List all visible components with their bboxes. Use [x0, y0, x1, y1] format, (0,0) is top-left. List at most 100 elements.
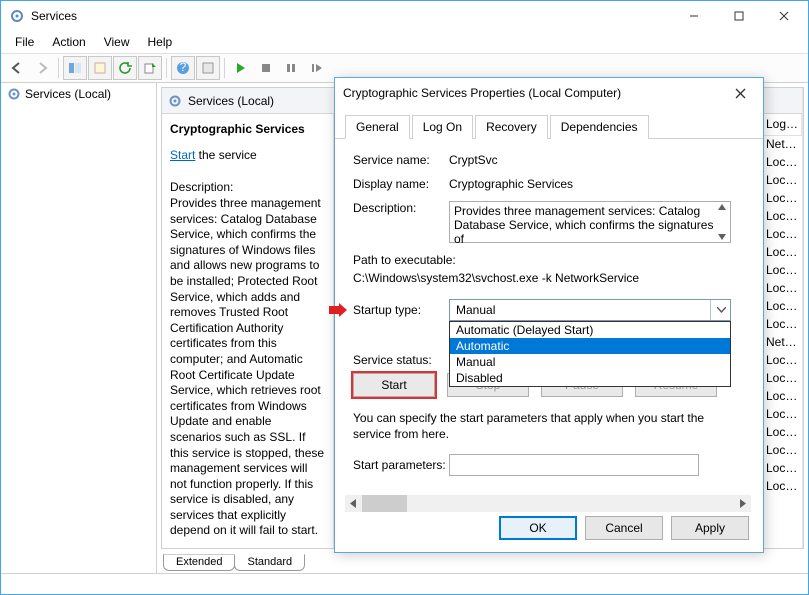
- statusbar: [1, 573, 808, 594]
- ok-button[interactable]: OK: [499, 516, 577, 540]
- play-button[interactable]: [229, 56, 253, 80]
- startup-option-manual[interactable]: Manual: [450, 354, 730, 370]
- scroll-down-icon[interactable]: [718, 234, 726, 240]
- menu-help[interactable]: Help: [140, 33, 181, 51]
- maximize-button[interactable]: [716, 2, 761, 30]
- startup-type-dropdown: Automatic (Delayed Start) Automatic Manu…: [449, 321, 731, 387]
- cell-log: Loc…: [760, 244, 802, 262]
- cell-log: Loc…: [760, 406, 802, 424]
- gear-icon: [7, 87, 21, 101]
- svg-text:?: ?: [180, 61, 187, 74]
- back-button[interactable]: [5, 56, 29, 80]
- gear-icon: [168, 94, 182, 108]
- cell-log: Loc…: [760, 424, 802, 442]
- show-hide-tree-button[interactable]: [63, 56, 87, 80]
- startup-type-label: Startup type:: [353, 303, 449, 317]
- description-label: Description:: [170, 180, 325, 194]
- start-params-hint: You can specify the start parameters tha…: [353, 411, 745, 442]
- menu-view[interactable]: View: [96, 33, 138, 51]
- scroll-up-icon[interactable]: [718, 204, 726, 210]
- apply-button[interactable]: Apply: [671, 516, 749, 540]
- chevron-down-icon: [710, 300, 726, 320]
- start-link-rest: the service: [195, 148, 256, 162]
- cell-log: Net…: [760, 334, 802, 352]
- path-label: Path to executable:: [353, 253, 745, 267]
- startup-option-delayed[interactable]: Automatic (Delayed Start): [450, 322, 730, 338]
- tree-node-label: Services (Local): [25, 87, 111, 101]
- services-window: Services File Action View Help ?: [0, 0, 809, 595]
- display-name-label: Display name:: [353, 177, 449, 191]
- dialog-title: Cryptographic Services Properties (Local…: [343, 86, 725, 100]
- tab-standard[interactable]: Standard: [234, 554, 305, 571]
- tab-extended[interactable]: Extended: [163, 554, 235, 571]
- help2-button[interactable]: [196, 56, 220, 80]
- cell-log: Loc…: [760, 280, 802, 298]
- dialog-tab-general[interactable]: General: [345, 115, 410, 139]
- forward-button[interactable]: [30, 56, 54, 80]
- startup-option-automatic[interactable]: Automatic: [450, 338, 730, 354]
- pause-button[interactable]: [279, 56, 303, 80]
- scroll-right-icon[interactable]: [734, 495, 751, 512]
- cell-log: Loc…: [760, 352, 802, 370]
- dlg-description-label: Description:: [353, 201, 449, 215]
- dialog-hscroll[interactable]: [345, 495, 751, 512]
- dialog-tab-dependencies[interactable]: Dependencies: [550, 115, 649, 139]
- properties-dialog: Cryptographic Services Properties (Local…: [334, 77, 764, 553]
- export-button[interactable]: [138, 56, 162, 80]
- scroll-thumb[interactable]: [362, 495, 407, 512]
- start-params-input[interactable]: [449, 454, 699, 476]
- service-name-label: Service name:: [353, 153, 449, 167]
- path-value: C:\Windows\system32\svchost.exe -k Netwo…: [353, 271, 745, 285]
- display-name-value: Cryptographic Services: [449, 177, 745, 191]
- stop-button[interactable]: [254, 56, 278, 80]
- cell-log: Loc…: [760, 190, 802, 208]
- selected-service-title: Cryptographic Services: [170, 122, 325, 136]
- cell-log: Loc…: [760, 208, 802, 226]
- cell-log: Loc…: [760, 316, 802, 334]
- close-button[interactable]: [761, 2, 806, 30]
- cell-log: Loc…: [760, 172, 802, 190]
- cell-log: Loc…: [760, 460, 802, 478]
- cell-log: Loc…: [760, 262, 802, 280]
- scroll-left-icon[interactable]: [345, 495, 362, 512]
- help-button[interactable]: ?: [171, 56, 195, 80]
- services-icon: [9, 8, 25, 24]
- startup-type-select[interactable]: Manual Automatic (Delayed Start) Automat…: [449, 299, 731, 321]
- cancel-button[interactable]: Cancel: [585, 516, 663, 540]
- menu-action[interactable]: Action: [44, 33, 93, 51]
- dialog-tab-recovery[interactable]: Recovery: [475, 115, 548, 139]
- startup-option-disabled[interactable]: Disabled: [450, 370, 730, 386]
- minimize-button[interactable]: [671, 2, 716, 30]
- highlight-arrow-icon: [329, 303, 347, 317]
- col-log[interactable]: Log…: [760, 114, 802, 136]
- service-name-value: CryptSvc: [449, 153, 745, 167]
- start-button[interactable]: Start: [353, 373, 435, 397]
- cell-log: Loc…: [760, 298, 802, 316]
- cell-log: Loc…: [760, 370, 802, 388]
- cell-log: Loc…: [760, 442, 802, 460]
- titlebar: Services: [1, 1, 808, 31]
- tree-pane: Services (Local): [1, 83, 157, 573]
- properties-button[interactable]: [88, 56, 112, 80]
- refresh-button[interactable]: [113, 56, 137, 80]
- service-status-label: Service status:: [353, 353, 449, 367]
- start-service-row: Start the service: [170, 148, 325, 162]
- startup-type-value: Manual: [456, 303, 495, 317]
- restart-button[interactable]: [304, 56, 328, 80]
- dlg-description-text: Provides three management services: Cata…: [454, 204, 713, 246]
- cell-log: Loc…: [760, 154, 802, 172]
- description-text: Provides three management services: Cata…: [170, 196, 325, 539]
- menubar: File Action View Help: [1, 31, 808, 53]
- dialog-close-button[interactable]: [725, 79, 755, 107]
- window-title: Services: [31, 9, 671, 23]
- cell-log: Loc…: [760, 226, 802, 244]
- dialog-tab-logon[interactable]: Log On: [412, 115, 473, 139]
- detail-header-label: Services (Local): [188, 94, 274, 108]
- cell-log: Loc…: [760, 388, 802, 406]
- dlg-description-box[interactable]: Provides three management services: Cata…: [449, 201, 731, 243]
- menu-file[interactable]: File: [7, 33, 42, 51]
- tree-node-services[interactable]: Services (Local): [1, 83, 156, 105]
- start-link[interactable]: Start: [170, 148, 195, 162]
- cell-log: Loc…: [760, 478, 802, 496]
- start-params-label: Start parameters:: [353, 458, 449, 472]
